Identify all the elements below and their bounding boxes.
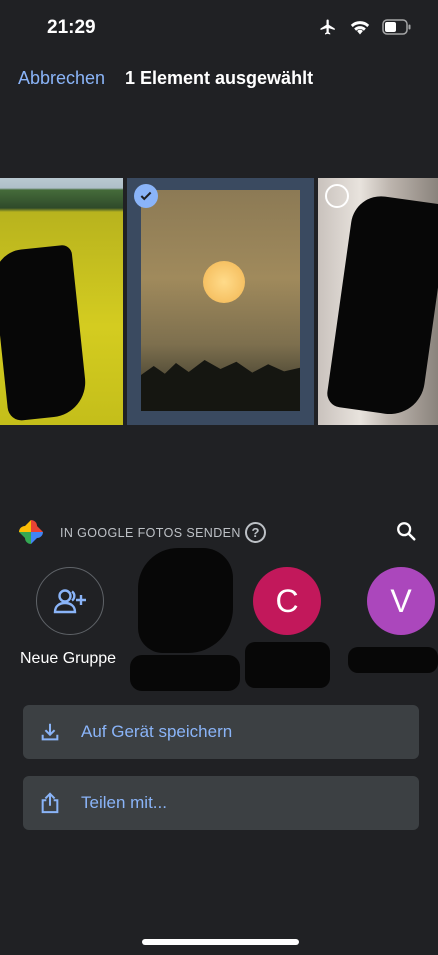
search-icon[interactable]: [395, 520, 417, 542]
google-photos-logo-icon: [19, 520, 43, 544]
share-icon: [39, 792, 61, 814]
cancel-button[interactable]: Abbrechen: [18, 68, 105, 89]
status-icons: [318, 18, 412, 36]
add-group-icon: [53, 589, 86, 614]
status-time: 21:29: [47, 17, 96, 38]
battery-icon: [382, 19, 411, 35]
redacted-contact-label: [245, 642, 330, 688]
wifi-icon: [350, 21, 370, 35]
redacted-contact-label: [130, 655, 240, 691]
photo-strip[interactable]: [0, 178, 438, 425]
selection-title: 1 Element ausgewählt: [125, 68, 314, 88]
download-icon: [39, 721, 61, 743]
share-with-button[interactable]: Teilen mit...: [23, 776, 419, 830]
selected-check-icon[interactable]: [134, 184, 158, 208]
unselected-radio-icon[interactable]: [325, 184, 349, 208]
share-with-label: Teilen mit...: [81, 793, 167, 812]
redacted-contact[interactable]: [138, 548, 233, 653]
photo-thumbnail-room[interactable]: [318, 178, 438, 425]
contact-avatar-v[interactable]: V: [367, 567, 435, 635]
sun-shape: [203, 261, 245, 303]
airplane-icon: [320, 19, 335, 35]
save-to-device-button[interactable]: Auf Gerät speichern: [23, 705, 419, 759]
photo-thumbnail-sunset[interactable]: [127, 178, 314, 425]
save-to-device-label: Auf Gerät speichern: [81, 722, 233, 741]
new-group-label: Neue Gruppe: [20, 650, 117, 667]
tree-silhouette: [141, 360, 300, 411]
send-to-google-photos-label: IN GOOGLE FOTOS SENDEN: [60, 526, 241, 540]
photo-thumbnail-rapeseed[interactable]: [0, 178, 123, 425]
help-icon[interactable]: ?: [245, 522, 266, 543]
new-group-button[interactable]: [36, 567, 104, 635]
sunset-image: [141, 190, 300, 411]
contact-avatar-c[interactable]: C: [253, 567, 321, 635]
redacted-contact-label: [348, 647, 438, 673]
home-indicator[interactable]: [142, 939, 299, 945]
